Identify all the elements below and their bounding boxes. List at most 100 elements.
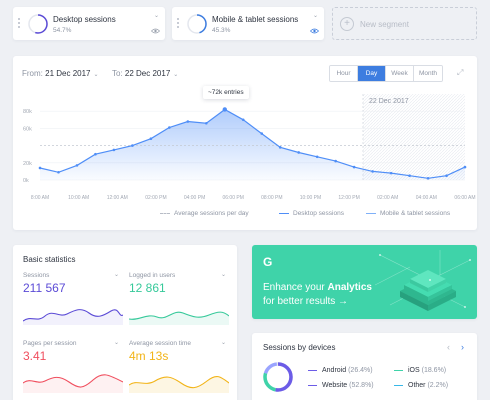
chevron-down-icon[interactable]: ⌄ [221,339,226,346]
x-tick-label: 12:00 AM [107,195,128,201]
promo-line2: for better results → [263,296,349,307]
data-point[interactable] [241,118,245,122]
data-point[interactable] [131,144,134,147]
device-percent: (52.8%) [349,382,374,389]
basic-statistics-title: Basic statistics [23,255,76,264]
data-point[interactable] [205,121,208,125]
data-point[interactable] [445,174,448,177]
x-tick-label: 12:00 PM [338,195,359,201]
data-point[interactable] [168,126,171,129]
legend-mobile: Mobile & tablet sessions [366,210,450,217]
x-tick-label: 04:00 PM [184,195,205,201]
x-tick-label: 08:00 PM [261,195,282,201]
data-point[interactable] [389,171,393,175]
chevron-down-icon[interactable]: ⌄ [154,12,159,19]
device-name: iOS [408,367,420,374]
data-point[interactable] [222,107,227,112]
data-point[interactable] [260,132,264,135]
data-point[interactable] [297,151,300,154]
chart-tooltip: ~72k entries [203,86,249,99]
x-tick-label: 8:00 AM [31,195,49,201]
x-tick-label: 10:00 PM [300,195,321,201]
data-point[interactable] [38,166,42,170]
session-time-sparkline [129,375,229,393]
y-tick-label: 20k [23,161,32,167]
segment-title: Desktop sessions [53,15,116,24]
legend-line [308,384,317,386]
analytics-promo-banner[interactable]: G Enhance your Analytics for better resu… [252,245,477,319]
legend-label: Mobile & tablet sessions [380,210,451,217]
x-tick-label: 02:00 AM [377,195,398,201]
data-point[interactable] [371,170,374,173]
sessions-sparkline [23,309,123,325]
x-tick-label: 10:00 AM [68,195,89,201]
promo-line1-bold: Analytics [327,282,372,293]
chevron-right-icon[interactable]: › [461,342,464,352]
stat-label-sessions: Sessions [23,272,50,279]
device-percent: (26.4%) [348,367,373,374]
desktop-ring-chart [28,14,48,34]
device-name: Website [322,382,348,389]
chevron-left-icon[interactable]: ‹ [447,342,450,352]
x-tick-label: 06:00 PM [222,195,243,201]
chevron-down-icon[interactable]: ⌄ [221,271,226,278]
x-tick-label: 02:00 PM [145,195,166,201]
device-name: Android [322,367,347,374]
legend-swatch [279,212,289,214]
stat-label-logged-in: Logged in users [129,272,176,279]
x-tick-label: 04:00 AM [416,195,437,201]
device-website: Website (52.8%) [308,382,374,389]
brand-logo: G [263,255,273,269]
drag-handle-icon[interactable] [177,18,180,30]
legend-line [394,369,403,371]
data-point[interactable] [57,170,60,174]
data-point[interactable] [463,165,467,169]
data-point[interactable] [334,159,337,163]
isometric-illustration [374,250,471,311]
device-percent: (2.2%) [427,382,449,389]
device-other: Other (2.2%) [394,382,448,389]
data-point[interactable] [315,155,319,159]
new-segment-button[interactable]: + New segment [332,7,477,40]
plus-icon: + [340,17,354,31]
eye-icon[interactable] [151,28,160,34]
data-point[interactable] [278,146,282,149]
devices-donut-chart [263,362,293,392]
sessions-area-chart: 22 Dec 2017 8:00 AM 10:00 AM 12:00 AM 02:00… [23,94,476,201]
device-name: Other [408,382,426,389]
new-segment-label: New segment [360,20,409,29]
drag-handle-icon[interactable] [18,18,21,30]
device-ios: iOS (18.6%) [394,367,446,374]
eye-icon[interactable] [310,28,319,34]
legend-average: Average sessions per day [160,210,249,217]
chevron-down-icon[interactable]: ⌄ [114,339,119,346]
device-android: Android (26.4%) [308,367,373,374]
data-point[interactable] [408,174,411,177]
legend-desktop: Desktop sessions [279,210,344,217]
devices-title: Sessions by devices [263,343,336,352]
sessions-chart-card: From: 21 Dec 2017 ⌄ To: 22 Dec 2017 ⌄ Hour… [13,56,477,230]
legend-swatch [160,212,170,214]
segment-card-mobile[interactable]: Mobile & tablet sessions 45.3% ⌄ [172,7,324,40]
data-point[interactable] [112,148,116,152]
chevron-down-icon[interactable]: ⌄ [313,12,318,19]
data-point[interactable] [426,176,430,180]
highlight-region [363,94,465,180]
y-tick-label: 0k [23,178,29,184]
data-point[interactable] [186,120,190,123]
data-point[interactable] [149,137,153,141]
chevron-down-icon[interactable]: ⌄ [114,271,119,278]
legend-line [394,384,403,386]
data-point[interactable] [94,152,97,156]
basic-statistics-card: Basic statistics Sessions ⌄ 211 567 Logg… [13,245,237,400]
data-point[interactable] [352,165,356,169]
data-point[interactable] [75,164,79,167]
legend-line [308,369,317,371]
stat-value-session-time: 4m 13s [129,349,169,363]
promo-text: Enhance your Analytics for better result… [263,281,372,309]
segment-title: Mobile & tablet sessions [212,15,299,24]
segment-card-desktop[interactable]: Desktop sessions 54.7% ⌄ [13,7,165,40]
stat-value-pages: 3.41 [23,349,47,363]
y-tick-label: 80k [23,109,32,115]
x-tick-label: 06:00 AM [454,195,475,201]
